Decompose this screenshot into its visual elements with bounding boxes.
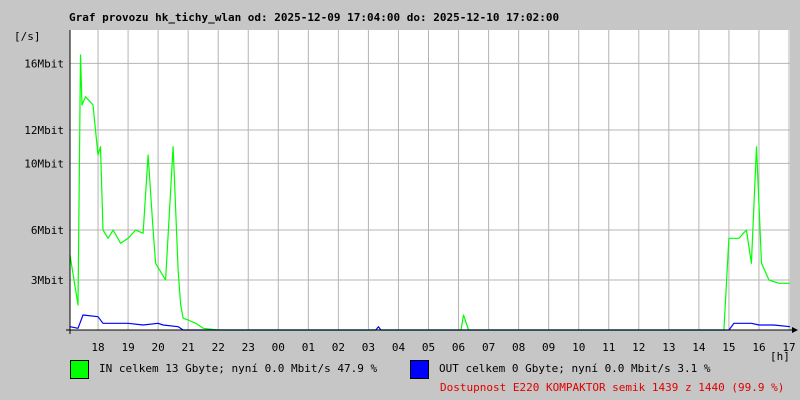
x-tick-label: 22 [212, 341, 225, 354]
legend-out-swatch [410, 360, 429, 379]
x-tick-label: 08 [512, 341, 525, 354]
x-tick-label: 07 [482, 341, 495, 354]
x-tick-label: 02 [332, 341, 345, 354]
plot-area [70, 30, 790, 330]
x-tick-label: 11 [602, 341, 615, 354]
x-tick-label: 04 [392, 341, 406, 354]
legend-in-text: IN celkem 13 Gbyte; nyní 0.0 Mbit/s 47.9… [99, 362, 378, 375]
x-tick-label: 03 [362, 341, 375, 354]
x-axis-arrow-icon [792, 327, 798, 333]
x-tick-label: 19 [121, 341, 134, 354]
legend-in-swatch [70, 360, 89, 379]
y-tick-label: 12Mbit [24, 124, 64, 137]
x-tick-label: 20 [151, 341, 164, 354]
x-tick-label: 00 [272, 341, 285, 354]
chart-canvas: 3Mbit 6Mbit 10Mbit 12Mbit 16Mbit 18 19 20 21 22 23… [24, 30, 798, 354]
legend-out-text: OUT celkem 0 Gbyte; nyní 0.0 Mbit/s 3.1 … [439, 362, 711, 375]
x-tick-label: 12 [632, 341, 645, 354]
x-tick-label: 16 [752, 341, 765, 354]
x-tick-label: 06 [452, 341, 465, 354]
y-tick-label: 10Mbit [24, 157, 64, 170]
x-tick-label: 21 [182, 341, 195, 354]
x-tick-label: 13 [662, 341, 675, 354]
x-tick-label: 15 [722, 341, 735, 354]
traffic-graph: Graf provozu hk_tichy_wlan od: 2025-12-0… [0, 0, 800, 400]
y-tick-label: 6Mbit [31, 224, 64, 237]
y-tick-label: 3Mbit [31, 274, 64, 287]
x-tick-label: 05 [422, 341, 435, 354]
x-tick-label: 14 [692, 341, 706, 354]
availability-text: Dostupnost E220 KOMPAKTOR semik 1439 z 1… [440, 381, 785, 394]
x-tick-label: 09 [542, 341, 555, 354]
x-tick-label: 23 [242, 341, 255, 354]
y-tick-label: 16Mbit [24, 57, 64, 70]
x-tick-label: 01 [302, 341, 315, 354]
x-tick-label: 10 [572, 341, 585, 354]
x-tick-label: 18 [91, 341, 104, 354]
x-axis-unit: [h] [770, 350, 790, 363]
